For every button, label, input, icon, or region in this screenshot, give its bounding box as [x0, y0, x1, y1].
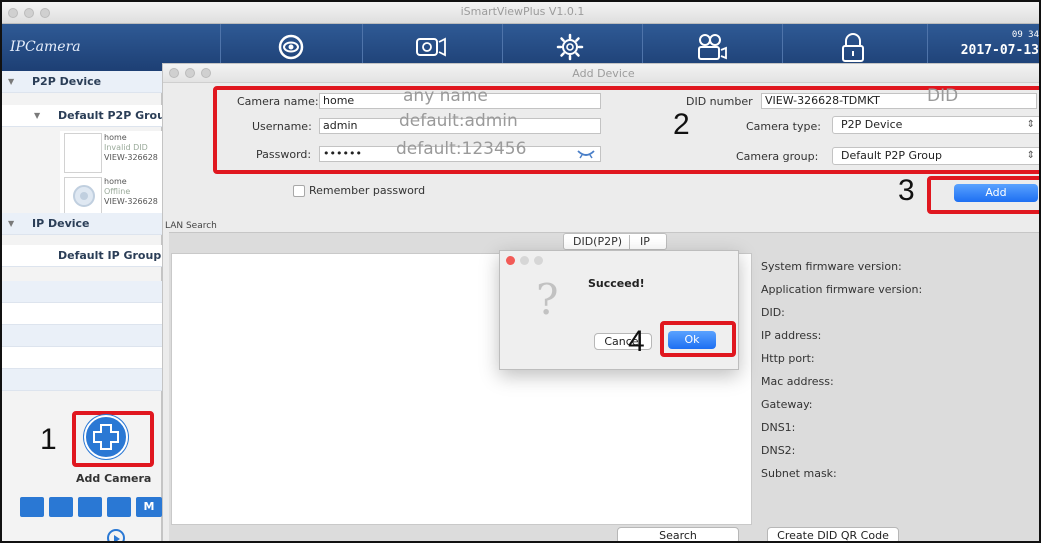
info-subnet-mask: Subnet mask: [761, 467, 837, 480]
camera-thumbnail [64, 177, 102, 217]
video-camera-icon[interactable] [411, 30, 451, 64]
p2p-group-row[interactable]: ▼ Default P2P Group [2, 105, 173, 127]
camera-name-hint: any name [403, 86, 488, 106]
did-number-label: DID number [686, 95, 753, 108]
ok-button[interactable]: Ok [668, 331, 716, 349]
ip-device-row[interactable]: ▼ IP Device [2, 213, 162, 235]
did-hint: DID [927, 86, 959, 106]
select-chevron-icon: ⇕ [1026, 119, 1035, 130]
app-window: iSmartViewPlus V1.0.1 IPCamera 09 34 201… [0, 0, 1041, 543]
username-hint: default:admin [399, 111, 518, 131]
lan-search-label: LAN Search [165, 221, 217, 231]
clock-date: 2017-07-13 [960, 43, 1039, 58]
remember-password-label: Remember password [309, 184, 426, 197]
camera-group-label: Camera group: [736, 150, 819, 163]
info-gateway: Gateway: [761, 398, 813, 411]
camera-group-select[interactable]: Default P2P Group ⇕ [832, 147, 1039, 165]
camera-did: VIEW-326628 [104, 197, 158, 206]
layout-1-button[interactable] [20, 497, 44, 517]
info-ip-address: IP address: [761, 329, 822, 342]
info-app-firmware: Application firmware version: [761, 283, 923, 296]
camera-list-item[interactable]: home Invalid DID VIEW-326628 [60, 131, 162, 175]
p2p-device-row[interactable]: ▼ P2P Device [2, 71, 162, 93]
add-camera-button[interactable] [84, 415, 128, 459]
recorder-icon[interactable] [691, 30, 731, 64]
add-device-title: Add Device [572, 67, 635, 80]
username-label: Username: [252, 120, 312, 133]
question-icon: ? [536, 275, 559, 324]
clock-display: 09 34 2017-07-13 [961, 30, 1039, 58]
camera-name: home [104, 133, 127, 142]
step-3-label: 3 [898, 174, 915, 207]
tab-ip[interactable]: IP [640, 235, 650, 248]
step-1-label: 1 [40, 423, 57, 456]
search-button[interactable]: Search [617, 527, 739, 541]
expand-triangle-icon[interactable]: ▼ [34, 111, 40, 120]
camera-name: home [104, 177, 127, 186]
ip-group-row[interactable]: Default IP Group [2, 245, 162, 267]
camera-status: Invalid DID [104, 143, 148, 152]
remember-password-checkbox[interactable] [293, 185, 305, 197]
info-system-firmware: System firmware version: [761, 260, 902, 273]
play-icon[interactable] [107, 529, 125, 541]
did-number-input[interactable]: VIEW-326628-TDMKT [761, 93, 1037, 109]
close-dialog-button[interactable] [506, 256, 515, 265]
add-button[interactable]: Add [954, 184, 1038, 202]
create-did-qr-code-button[interactable]: Create DID QR Code [767, 527, 899, 541]
camera-type-label: Camera type: [746, 120, 821, 133]
select-chevron-icon: ⇕ [1026, 150, 1035, 161]
info-did: DID: [761, 306, 785, 319]
offline-camera-icon [73, 185, 95, 207]
password-label: Password: [256, 148, 312, 161]
add-device-title-bar: Add Device [163, 64, 1039, 83]
app-title: iSmartViewPlus V1.0.1 [460, 5, 585, 18]
main-title-bar: iSmartViewPlus V1.0.1 [2, 2, 1039, 24]
alert-message: Succeed! [588, 277, 645, 290]
success-alert-dialog: ? Succeed! Cancel 4 Ok [499, 250, 739, 370]
add-camera-label: Add Camera [76, 472, 152, 485]
camera-thumbnail [64, 133, 102, 173]
info-dns1: DNS1: [761, 421, 796, 434]
device-sidebar: ▼ P2P Device ▼ Default P2P Group home In… [2, 71, 173, 541]
password-hint: default:123456 [396, 139, 527, 159]
search-mode-tabs: DID(P2P) IP [563, 233, 667, 250]
eye-icon[interactable] [271, 30, 311, 64]
step-2-label: 2 [673, 108, 690, 141]
gear-icon[interactable] [550, 30, 590, 64]
clock-time: 09 34 [1011, 30, 1039, 40]
app-logo: IPCamera [10, 39, 81, 55]
plus-icon [93, 424, 119, 450]
info-http-port: Http port: [761, 352, 815, 365]
layout-more-button[interactable]: M [136, 497, 162, 517]
expand-triangle-icon[interactable]: ▼ [8, 219, 14, 228]
camera-status: Offline [104, 187, 131, 196]
expand-triangle-icon[interactable]: ▼ [8, 77, 14, 86]
camera-type-select[interactable]: P2P Device ⇕ [832, 116, 1039, 134]
info-mac-address: Mac address: [761, 375, 834, 388]
camera-name-label: Camera name: [237, 95, 319, 108]
show-password-eye-icon[interactable] [577, 148, 595, 160]
info-dns2: DNS2: [761, 444, 796, 457]
layout-4-button[interactable] [49, 497, 73, 517]
layout-9-button[interactable] [78, 497, 102, 517]
step-4-label: 4 [628, 325, 645, 358]
camera-did: VIEW-326628 [104, 153, 158, 162]
layout-16-button[interactable] [107, 497, 131, 517]
tab-did-p2p[interactable]: DID(P2P) [573, 235, 622, 248]
lock-icon[interactable] [833, 30, 873, 64]
